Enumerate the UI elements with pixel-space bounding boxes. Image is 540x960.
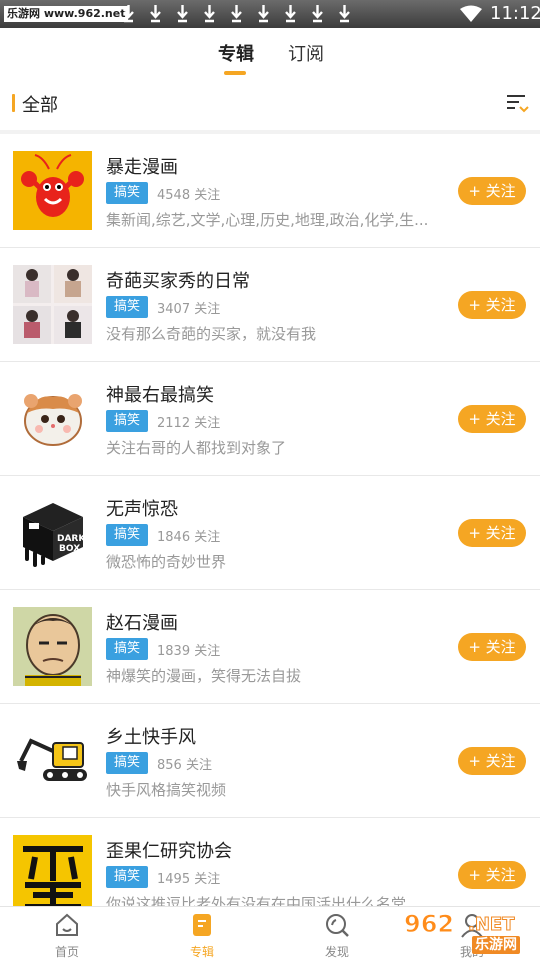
follower-count: 1846 关注 [157, 530, 221, 545]
nav-albums[interactable]: 专辑 [162, 907, 242, 960]
status-time: 11:12 [490, 3, 540, 24]
album-row[interactable]: 赵石漫画 搞笑 1839 关注 神爆笑的漫画，笑得无法自拔 + 关注 [0, 590, 540, 704]
photo-collage-icon [13, 265, 92, 344]
album-thumbnail [13, 379, 92, 458]
album-thumbnail [13, 151, 92, 230]
nav-home[interactable]: 首页 [27, 907, 107, 960]
album-description: 关注右哥的人都找到对象了 [106, 439, 287, 457]
nav-label: 专辑 [189, 945, 214, 959]
album-description: 神爆笑的漫画，笑得无法自拔 [106, 667, 302, 685]
follow-button[interactable]: + 关注 [458, 177, 526, 205]
section-title: 全部 [22, 95, 58, 116]
follow-button[interactable]: + 关注 [458, 405, 526, 433]
sort-filter-icon[interactable] [504, 92, 530, 116]
download-icon [204, 5, 215, 23]
nav-label: 首页 [54, 945, 79, 959]
album-description: 没有那么奇葩的买家，就没有我 [106, 325, 317, 343]
discover-icon [326, 914, 349, 937]
album-description: 微恐怖的奇妙世界 [106, 553, 227, 571]
follow-button[interactable]: + 关注 [458, 519, 526, 547]
download-notifications [122, 2, 351, 24]
status-site-label: 乐游网 www.962.net [4, 6, 129, 22]
download-icon [231, 5, 242, 23]
category-tag: 搞笑 [106, 410, 148, 432]
album-description: 快手风格搞笑视频 [106, 781, 227, 799]
hamster-icon [13, 379, 92, 458]
wifi-icon [460, 5, 482, 22]
nav-label: 发现 [324, 945, 349, 959]
follower-count: 856 关注 [157, 758, 212, 773]
wai-logo-icon [13, 835, 92, 908]
album-list: 暴走漫画 搞笑 4548 关注 集新闻,综艺,文学,心理,历史,地理,政治,化学… [0, 134, 540, 908]
download-icon [177, 5, 188, 23]
crayfish-logo-icon [13, 151, 92, 230]
album-title: 歪果仁研究协会 [106, 841, 232, 862]
site-watermark: 962 .NET 乐游网 [398, 908, 538, 958]
album-thumbnail [13, 721, 92, 800]
download-icon [150, 5, 161, 23]
download-icon [123, 5, 134, 23]
category-tag: 搞笑 [106, 752, 148, 774]
album-row[interactable]: 奇葩买家秀的日常 搞笑 3407 关注 没有那么奇葩的买家，就没有我 + 关注 [0, 248, 540, 362]
category-tag: 搞笑 [106, 182, 148, 204]
album-title: 奇葩买家秀的日常 [106, 271, 250, 292]
category-tag: 搞笑 [106, 866, 148, 888]
tab-subscriptions[interactable]: 订阅 [288, 40, 324, 66]
watermark-number: 962 [403, 910, 455, 939]
section-header: 全部 [0, 86, 540, 130]
album-title: 乡土快手风 [106, 727, 196, 748]
album-thumbnail [13, 835, 92, 908]
active-tab-indicator [224, 71, 246, 75]
album-row[interactable]: 歪果仁研究协会 搞笑 1495 关注 你说这推逗比老外有没有在中国活出什么名堂 … [0, 818, 540, 908]
follow-button[interactable]: + 关注 [458, 633, 526, 661]
album-row[interactable]: 暴走漫画 搞笑 4548 关注 集新闻,综艺,文学,心理,历史,地理,政治,化学… [0, 134, 540, 248]
top-tabs: 专辑 订阅 [0, 28, 540, 86]
album-thumbnail [13, 265, 92, 344]
follower-count: 1495 关注 [157, 872, 221, 887]
album-title: 神最右最搞笑 [106, 385, 214, 406]
follower-count: 1839 关注 [157, 644, 221, 659]
svg-text:DARK: DARK [57, 534, 86, 544]
section-accent-bar [12, 94, 15, 112]
follower-count: 3407 关注 [157, 302, 221, 317]
watermark-suffix: .NET [467, 914, 515, 936]
album-row[interactable]: DARK BOX 无声惊恐 搞笑 1846 关注 微恐怖的奇妙世界 + 关注 [0, 476, 540, 590]
download-icon [285, 5, 296, 23]
download-icon [258, 5, 269, 23]
album-title: 无声惊恐 [106, 499, 178, 520]
follow-button[interactable]: + 关注 [458, 747, 526, 775]
follow-button[interactable]: + 关注 [458, 291, 526, 319]
status-bar: 乐游网 www.962.net 11:12 [0, 0, 540, 28]
nav-discover[interactable]: 发现 [297, 907, 377, 960]
category-tag: 搞笑 [106, 524, 148, 546]
album-title: 暴走漫画 [106, 157, 178, 178]
album-row[interactable]: 神最右最搞笑 搞笑 2112 关注 关注右哥的人都找到对象了 + 关注 [0, 362, 540, 476]
cartoon-face-icon [13, 607, 92, 686]
follower-count: 4548 关注 [157, 188, 221, 203]
download-icon [312, 5, 323, 23]
dark-box-icon: DARK BOX [13, 493, 92, 572]
category-tag: 搞笑 [106, 638, 148, 660]
follow-button[interactable]: + 关注 [458, 861, 526, 889]
tab-albums[interactable]: 专辑 [218, 40, 254, 66]
album-title: 赵石漫画 [106, 613, 178, 634]
album-row[interactable]: 乡土快手风 搞笑 856 关注 快手风格搞笑视频 + 关注 [0, 704, 540, 818]
excavator-icon [13, 721, 92, 800]
category-tag: 搞笑 [106, 296, 148, 318]
album-thumbnail: DARK BOX [13, 493, 92, 572]
follower-count: 2112 关注 [157, 416, 221, 431]
home-icon [56, 913, 78, 936]
download-icon [339, 5, 350, 23]
watermark-cn: 乐游网 [472, 936, 520, 954]
album-thumbnail [13, 607, 92, 686]
album-description: 集新闻,综艺,文学,心理,历史,地理,政治,化学,生... [106, 211, 428, 229]
album-icon [193, 914, 211, 936]
svg-text:BOX: BOX [59, 544, 80, 554]
